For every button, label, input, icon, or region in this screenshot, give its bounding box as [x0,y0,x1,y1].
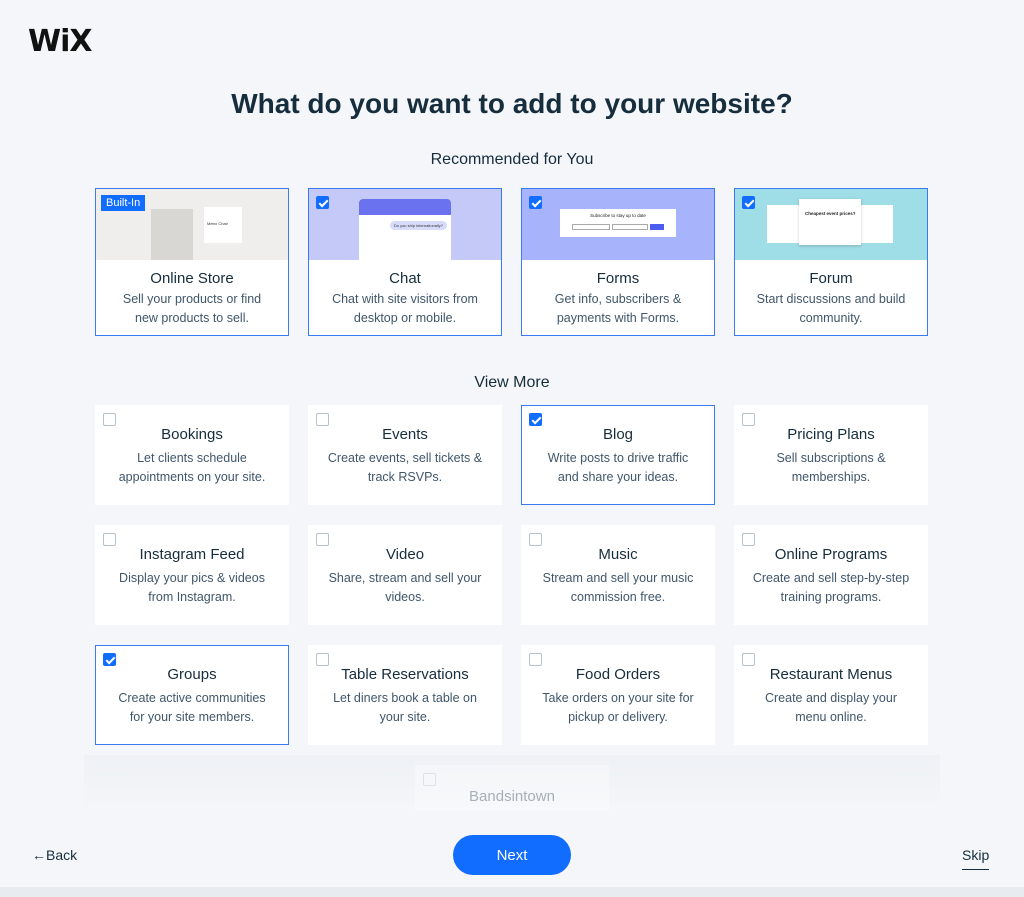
video-checkbox[interactable] [316,533,329,546]
card-groups[interactable]: Groups Create active communities for you… [95,645,289,745]
card-description: Create and display your menu online. [764,691,898,724]
card-title: Video [385,546,425,563]
music-checkbox[interactable] [529,533,542,546]
card-restaurant-menus[interactable]: Restaurant Menus Create and display your… [734,645,928,745]
card-table-reservations[interactable]: Table Reservations Let diners book a tab… [308,645,502,745]
built-in-badge: Built-In [101,195,146,211]
card-description: Create active communities for your site … [118,691,266,724]
card-description: Let clients schedule appointments on you… [118,451,266,484]
events-checkbox[interactable] [316,413,329,426]
restaurant-menus-checkbox[interactable] [742,653,755,666]
card-description: Create and sell step-by-step training pr… [752,571,910,604]
bookings-checkbox[interactable] [103,413,116,426]
card-title: Forum [809,270,853,287]
card-description: Sell your products or find new products … [122,292,262,325]
card-video[interactable]: Video Share, stream and sell your videos… [308,525,502,625]
card-instagram-feed[interactable]: Instagram Feed Display your pics & video… [95,525,289,625]
table-reservations-checkbox[interactable] [316,653,329,666]
forum-thumbnail: Cheapest event prices? [735,189,927,260]
forum-checkbox[interactable] [742,196,755,209]
forum-post-title: Cheapest event prices? [805,211,856,216]
card-title: Online Programs [774,546,888,563]
card-description: Chat with site visitors from desktop or … [332,292,478,325]
groups-checkbox[interactable] [103,653,116,666]
chat-checkbox[interactable] [316,196,329,209]
next-button[interactable]: Next [453,835,571,875]
card-title: Music [598,546,638,563]
recommended-heading: Recommended for You [430,151,594,168]
bandsintown-checkbox[interactable] [423,773,436,786]
card-bandsintown[interactable]: Bandsintown [415,765,609,811]
food-orders-checkbox[interactable] [529,653,542,666]
card-description: Display your pics & videos from Instagra… [119,571,265,604]
card-description: Write posts to drive traffic and share y… [547,451,689,484]
card-food-orders[interactable]: Food Orders Take orders on your site for… [521,645,715,745]
card-title: Forms [596,270,640,287]
card-title: Bookings [161,426,223,443]
chat-header [359,199,451,215]
forms-checkbox[interactable] [529,196,542,209]
page-title: What do you want to add to your website? [231,88,793,119]
chat-thumbnail: Do you ship internationally? [309,189,501,260]
card-title: Instagram Feed [139,546,245,563]
skip-button[interactable]: Skip [962,847,990,870]
card-title: Restaurant Menus [769,666,893,683]
card-description: Share, stream and sell your videos. [328,571,482,604]
card-title: Groups [167,666,217,683]
pricing-plans-checkbox[interactable] [742,413,755,426]
forms-thumbnail: Subscribe to stay up to date [522,189,714,260]
chair-image [151,209,193,260]
back-button[interactable]: ←Back [32,847,77,863]
card-chat[interactable]: Do you ship internationally? Chat Chat w… [308,188,502,336]
card-title: Table Reservations [341,666,469,683]
card-blog[interactable]: Blog Write posts to drive traffic and sh… [521,405,715,505]
card-description: Stream and sell your music commission fr… [542,571,694,604]
form-heading: Subscribe to stay up to date [590,213,646,218]
card-bookings[interactable]: Bookings Let clients schedule appointmen… [95,405,289,505]
card-title: Chat [389,270,421,287]
card-title: Pricing Plans [787,426,875,443]
online-programs-checkbox[interactable] [742,533,755,546]
card-title: Food Orders [575,666,661,683]
card-description: Sell subscriptions & memberships. [776,451,886,484]
card-description: Take orders on your site for pickup or d… [542,691,694,724]
card-title: Events [382,426,428,443]
card-pricing-plans[interactable]: Pricing Plans Sell subscriptions & membe… [734,405,928,505]
card-forum[interactable]: Cheapest event prices? Forum Start discu… [734,188,928,336]
card-events[interactable]: Events Create events, sell tickets & tra… [308,405,502,505]
card-description: Start discussions and build community. [756,292,906,325]
view-more-heading: View More [474,374,550,391]
card-description: Let diners book a table on your site. [333,691,477,724]
bottom-bar [0,887,1024,897]
wix-logo: WiX [28,24,93,59]
card-online-store[interactable]: Metro Chair Built-In Online Store Sell y… [95,188,289,336]
chat-bubble: Do you ship internationally? [389,221,447,230]
card-title: Online Store [150,270,234,287]
instagram-feed-checkbox[interactable] [103,533,116,546]
blog-checkbox[interactable] [529,413,542,426]
card-description: Create events, sell tickets & track RSVP… [327,451,483,484]
product-name: Metro Chair [207,221,228,226]
card-title: Blog [602,426,634,443]
card-title: Bandsintown [469,788,555,805]
card-forms[interactable]: Subscribe to stay up to date Forms Get i… [521,188,715,336]
card-description: Get info, subscribers & payments with Fo… [554,292,682,325]
card-music[interactable]: Music Stream and sell your music commiss… [521,525,715,625]
card-online-programs[interactable]: Online Programs Create and sell step-by-… [734,525,928,625]
